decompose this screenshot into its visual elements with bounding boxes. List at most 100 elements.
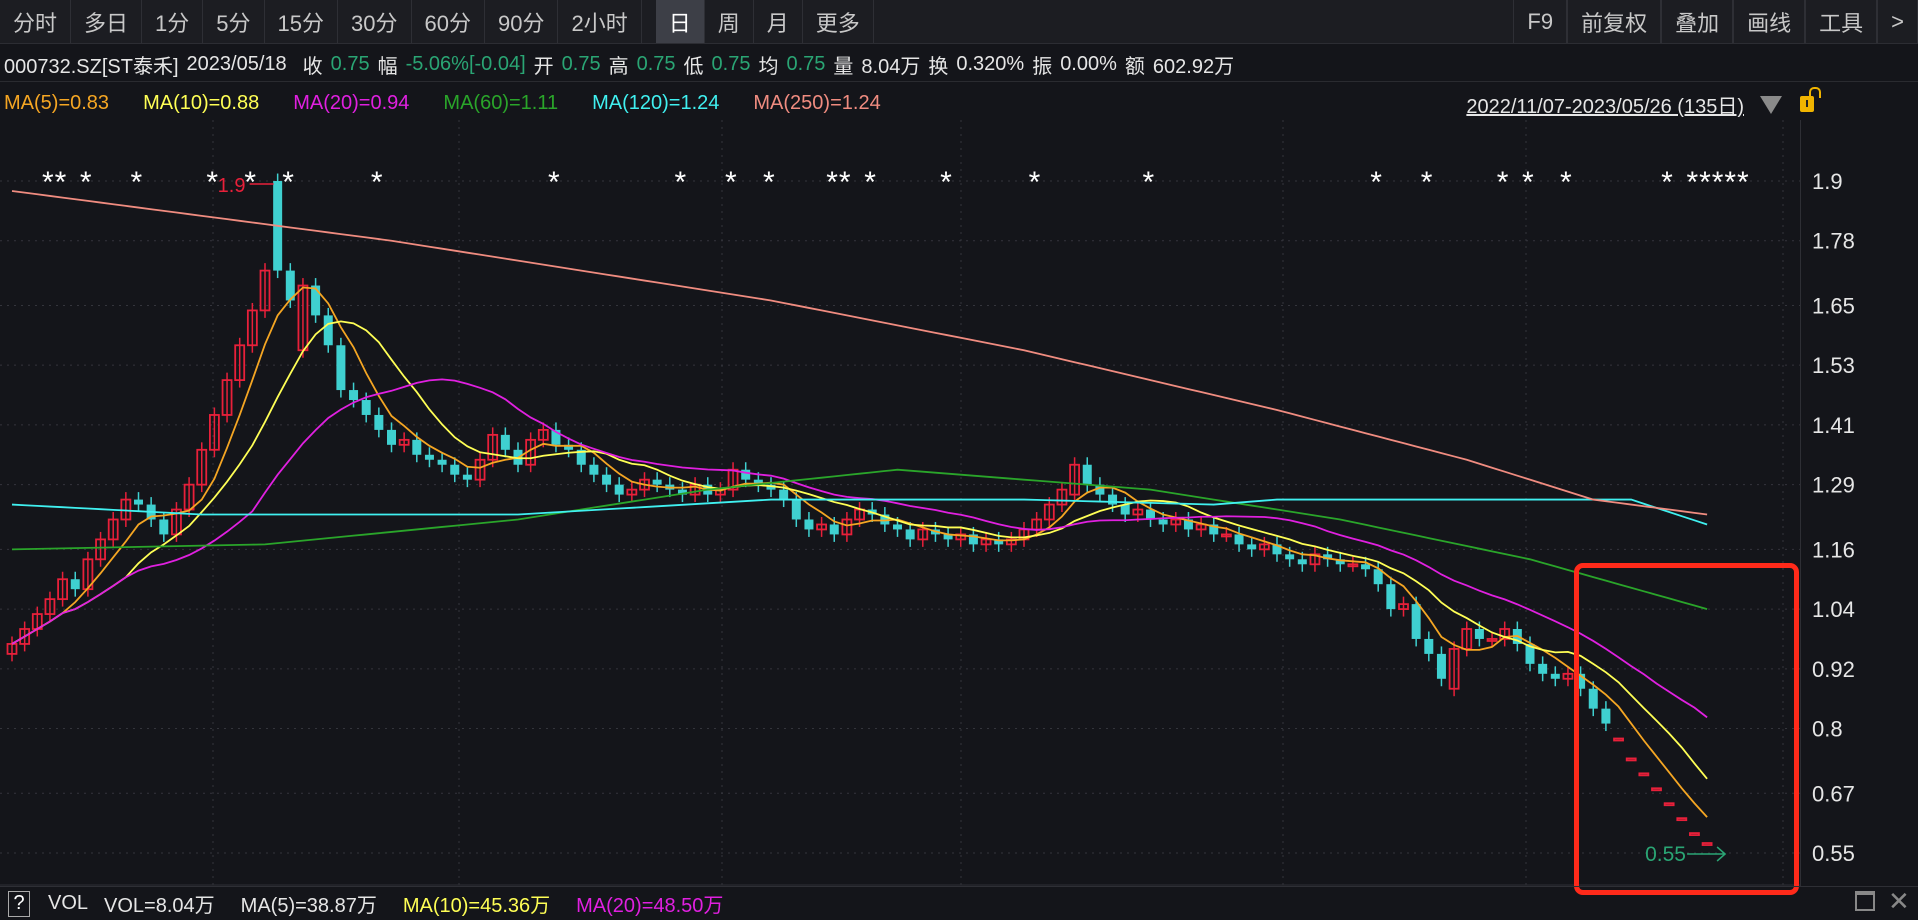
star-marker: * bbox=[548, 166, 560, 199]
maximize-icon[interactable] bbox=[1855, 891, 1875, 911]
turnover-value: 0.320% bbox=[956, 53, 1025, 75]
tool-tab-2[interactable]: 叠加 bbox=[1661, 0, 1734, 43]
open-label: 开 bbox=[533, 56, 554, 78]
tool-tab-1[interactable]: 前复权 bbox=[1567, 0, 1662, 43]
candle-body bbox=[1158, 519, 1168, 525]
candle-body bbox=[70, 579, 80, 590]
open-value: 0.75 bbox=[561, 53, 601, 75]
tool-tab-0[interactable]: F9 bbox=[1513, 0, 1568, 43]
y-tick-label: 1.04 bbox=[1812, 597, 1855, 622]
ma-line-ma20 bbox=[11, 378, 1708, 719]
candle-body bbox=[424, 454, 434, 460]
star-marker: * bbox=[1661, 166, 1673, 199]
ma-line-ma250 bbox=[11, 190, 1708, 516]
candle-body bbox=[374, 414, 384, 430]
star-marker: * bbox=[839, 166, 851, 199]
star-marker: * bbox=[206, 166, 218, 199]
star-marker: * bbox=[864, 166, 876, 199]
tab-11[interactable]: 月 bbox=[754, 0, 803, 43]
tool-tab-5[interactable]: > bbox=[1877, 0, 1918, 43]
amplitude-value: 0.00% bbox=[1060, 53, 1117, 75]
candle-body bbox=[500, 434, 510, 450]
candle-body bbox=[1436, 653, 1446, 679]
vol-ma10: MA(10)=45.36万 bbox=[402, 895, 551, 917]
candle-body bbox=[589, 464, 599, 475]
candle-body bbox=[791, 499, 801, 520]
candle-body bbox=[387, 429, 396, 445]
range-dropdown-icon[interactable] bbox=[1760, 96, 1782, 114]
candle-body bbox=[741, 469, 751, 480]
turnover-label: 换 bbox=[928, 56, 949, 78]
candle-body bbox=[804, 519, 814, 530]
candle-body bbox=[1550, 673, 1560, 679]
y-tick-label: 1.29 bbox=[1812, 473, 1855, 498]
axis-divider bbox=[1800, 120, 1801, 886]
y-tick-label: 1.9 bbox=[1812, 169, 1843, 194]
date-range-link[interactable]: 2022/11/07-2023/05/26 (135日) bbox=[1466, 90, 1744, 119]
volume-indicator-bar: ? VOL VOL=8.04万 MA(5)=38.87万 MA(10)=45.3… bbox=[0, 886, 1918, 920]
candle-body bbox=[134, 499, 143, 505]
tab-6[interactable]: 60分 bbox=[412, 0, 485, 43]
tab-0[interactable]: 分时 bbox=[0, 0, 72, 43]
tab-12[interactable]: 更多 bbox=[803, 0, 874, 43]
tab-2[interactable]: 1分 bbox=[142, 0, 204, 43]
star-marker: * bbox=[674, 166, 686, 199]
candle-body bbox=[349, 390, 359, 401]
star-marker: * bbox=[1560, 166, 1572, 199]
high-value: 0.75 bbox=[636, 53, 676, 75]
candle-body bbox=[1234, 534, 1244, 545]
help-button[interactable]: ? bbox=[8, 890, 30, 917]
candle-body bbox=[412, 439, 422, 455]
date: 2023/05/18 bbox=[186, 53, 287, 75]
tab-8[interactable]: 2小时 bbox=[558, 0, 642, 43]
ma-legend-item: MA(120)=1.24 bbox=[592, 91, 720, 114]
tab-9[interactable]: 日 bbox=[655, 0, 705, 43]
star-marker: * bbox=[80, 166, 92, 199]
lock-icon[interactable] bbox=[1800, 87, 1821, 112]
candle-body bbox=[602, 474, 612, 485]
star-marker: * bbox=[1724, 166, 1736, 199]
tab-3[interactable]: 5分 bbox=[203, 0, 265, 43]
candle-body bbox=[1082, 464, 1092, 485]
tab-5[interactable]: 30分 bbox=[338, 0, 412, 43]
y-tick-label: 1.65 bbox=[1812, 293, 1855, 318]
candle-body bbox=[1386, 584, 1396, 610]
tab-10[interactable]: 周 bbox=[705, 0, 754, 43]
candle-body bbox=[336, 345, 346, 391]
star-marker: * bbox=[1522, 166, 1534, 199]
close-label: 收 bbox=[302, 56, 323, 78]
highlight-box bbox=[1574, 563, 1799, 895]
amount-label: 额 bbox=[1124, 56, 1145, 78]
vol-ma20: MA(20)=48.50万 bbox=[576, 895, 724, 917]
period-tabs: 分时 多日 1分 5分 15分 30分 60分 90分 2小时日周月更多 bbox=[0, 0, 874, 43]
low-value: 0.75 bbox=[711, 53, 751, 75]
volume-value: 8.04万 bbox=[861, 56, 921, 78]
close-icon[interactable]: ✕ bbox=[1888, 886, 1910, 917]
candle-body bbox=[893, 524, 902, 530]
vol-value: VOL=8.04万 bbox=[104, 895, 215, 917]
max-price-label: 1.9 bbox=[218, 175, 246, 197]
y-tick-label: 1.16 bbox=[1812, 537, 1855, 562]
star-marker: * bbox=[1737, 166, 1749, 199]
candle-body bbox=[159, 519, 169, 535]
candle-body bbox=[361, 400, 371, 415]
tab-4[interactable]: 15分 bbox=[265, 0, 339, 43]
tool-tabs: F9 前复权 叠加 画线 工具 > bbox=[1513, 0, 1918, 43]
star-marker: * bbox=[1370, 166, 1382, 199]
star-marker: * bbox=[42, 166, 54, 199]
star-marker: * bbox=[131, 166, 143, 199]
candle-body bbox=[450, 464, 460, 475]
tab-7[interactable]: 90分 bbox=[485, 0, 559, 43]
star-marker: * bbox=[55, 166, 67, 199]
quote-info-row: 000732.SZ[ST泰禾] 2023/05/18 收 0.75 幅 -5.06%… bbox=[0, 48, 1918, 82]
tab-1[interactable]: 多日 bbox=[71, 0, 143, 43]
y-tick-label: 0.55 bbox=[1812, 841, 1855, 866]
ma-line-ma5 bbox=[11, 286, 1708, 818]
tool-tab-3[interactable]: 画线 bbox=[1733, 0, 1806, 43]
star-marker: * bbox=[1699, 166, 1711, 199]
star-marker: * bbox=[940, 166, 952, 199]
star-marker: * bbox=[826, 166, 838, 199]
tool-tab-4[interactable]: 工具 bbox=[1805, 0, 1878, 43]
candle-body bbox=[1538, 663, 1548, 674]
candle-body bbox=[652, 479, 662, 485]
